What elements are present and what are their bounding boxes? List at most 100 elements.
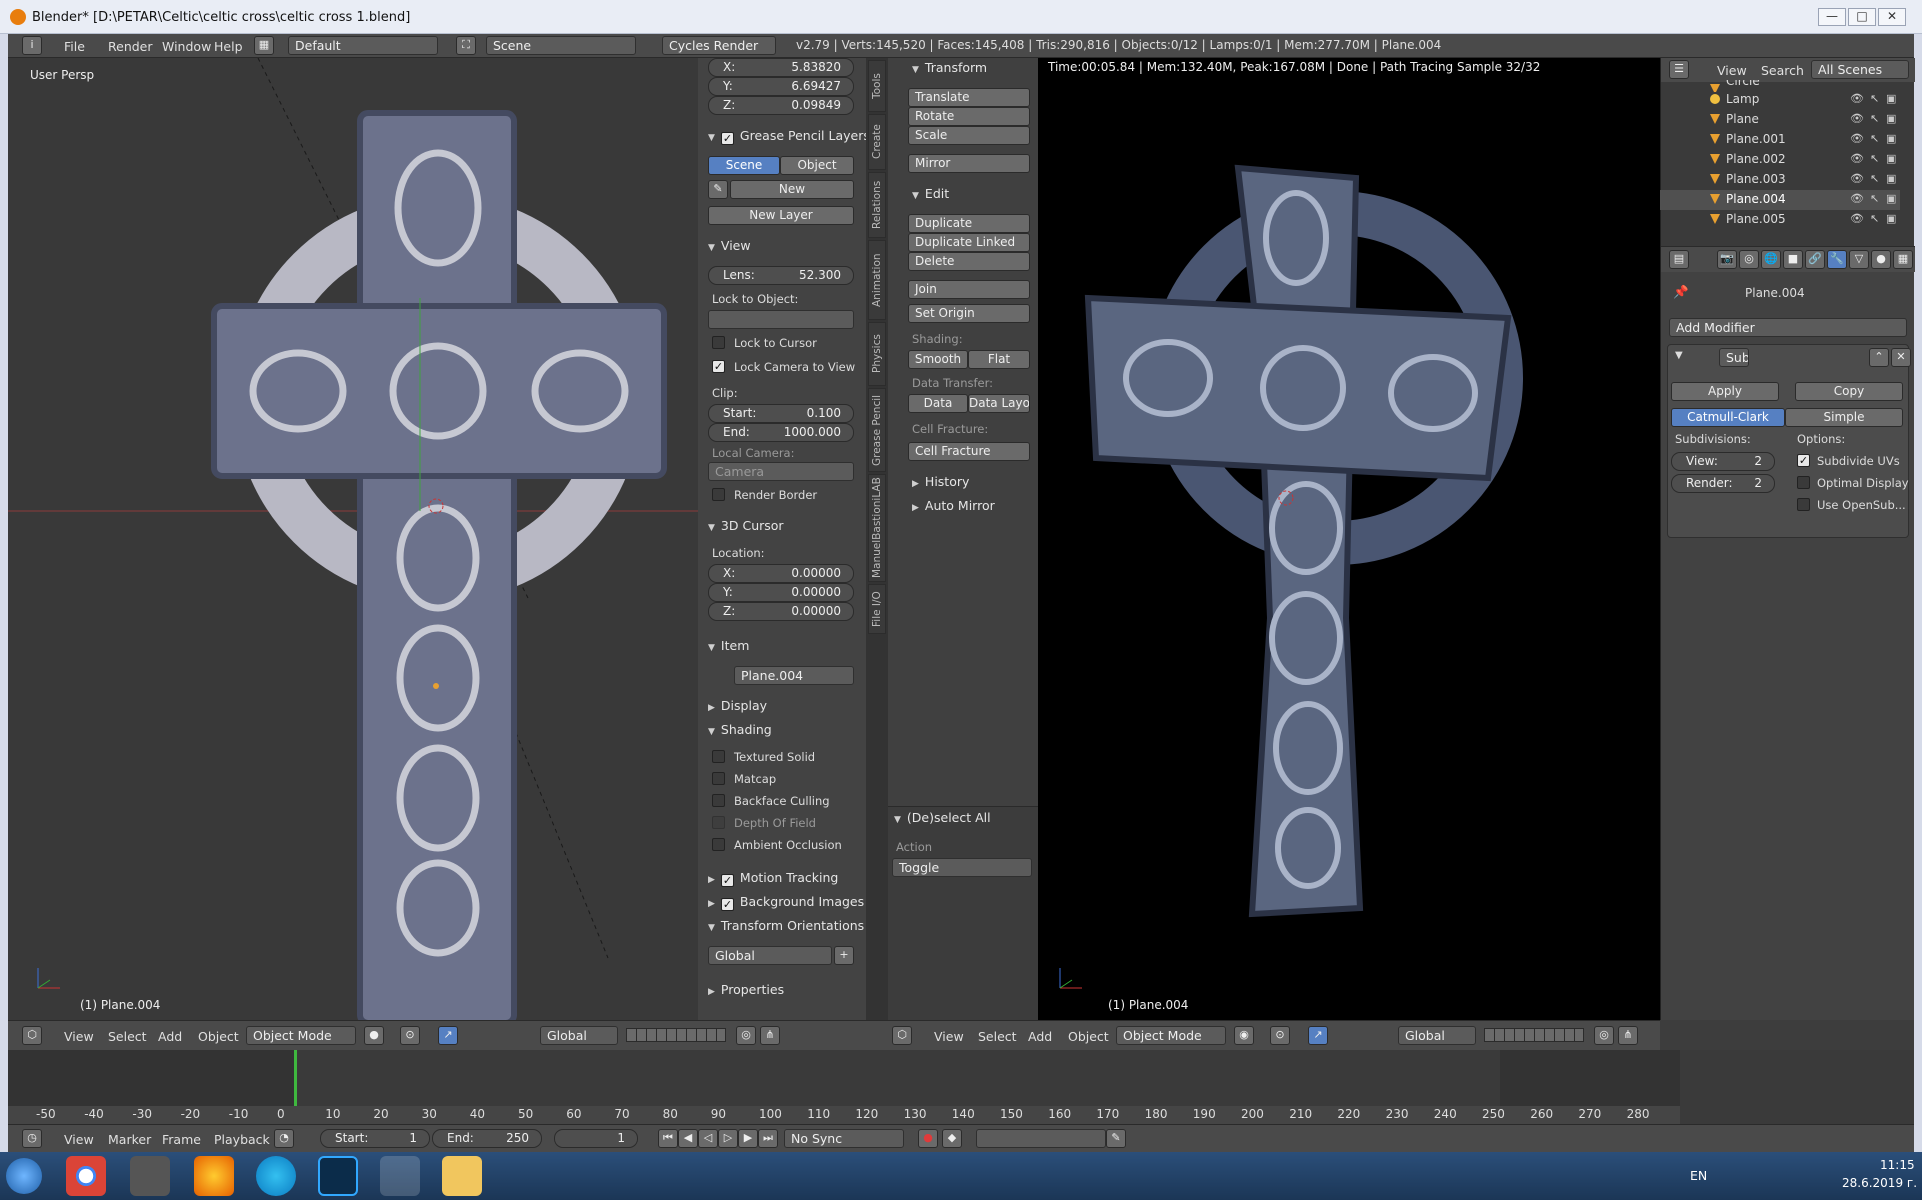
outliner-row-plane002[interactable]: Plane.002 👁 ↖ ▣ (1660, 150, 1900, 170)
duplicate-linked-button[interactable]: Duplicate Linked (908, 233, 1030, 252)
left-layers-grid[interactable] (626, 1028, 726, 1042)
info-editor-type-icon[interactable]: i (22, 36, 42, 55)
jump-end-icon[interactable]: ⏭ (758, 1129, 778, 1148)
chrome-icon[interactable] (66, 1156, 106, 1196)
left-proportional-icon[interactable]: ◎ (736, 1026, 756, 1045)
right-editor-type-icon[interactable]: ⬡ (892, 1026, 912, 1045)
outliner-row-plane003[interactable]: Plane.003 👁 ↖ ▣ (1660, 170, 1900, 190)
scene-type-icon[interactable]: ⛶ (456, 36, 476, 55)
cursor-top-z[interactable]: Z: 0.09849 (708, 96, 854, 115)
outliner-search-menu[interactable]: Search (1761, 63, 1804, 78)
outliner-row-plane[interactable]: Plane 👁 ↖ ▣ (1660, 110, 1900, 130)
outliner-row-lamp[interactable]: Lamp 👁 ↖ ▣ (1660, 90, 1900, 110)
tab-create[interactable]: Create (868, 114, 886, 170)
copy-button[interactable]: Copy (1795, 382, 1903, 401)
edit-header[interactable]: ▼ Edit (912, 186, 949, 201)
modifier-name-field[interactable]: Sub (1719, 348, 1749, 367)
left-view-menu[interactable]: View (64, 1029, 94, 1044)
timeline-playhead[interactable] (294, 1050, 297, 1108)
cell-fracture-button[interactable]: Cell Fracture (908, 442, 1030, 461)
flat-button[interactable]: Flat (968, 350, 1030, 369)
right-orientation-select[interactable]: Global (1398, 1026, 1476, 1045)
set-origin-select[interactable]: Set Origin (908, 304, 1030, 323)
cursor-top-x[interactable]: X: 5.83820 (708, 58, 854, 77)
modifiers-tab-icon[interactable]: 🔧 (1827, 250, 1847, 269)
left-select-menu[interactable]: Select (108, 1029, 147, 1044)
right-mode-select[interactable]: Object Mode (1116, 1026, 1226, 1045)
tab-relations[interactable]: Relations (868, 172, 886, 238)
explorer-icon[interactable] (442, 1156, 482, 1196)
item-name-field[interactable]: Plane.004 (734, 666, 854, 685)
cursor-y-field[interactable]: Y: 0.00000 (708, 583, 854, 602)
properties-header[interactable]: ▶ Properties (708, 982, 784, 997)
start-button-icon[interactable] (6, 1158, 42, 1194)
outliner-editor-icon[interactable]: ☰ (1669, 60, 1689, 79)
lens-field[interactable]: Lens: 52.300 (708, 266, 854, 285)
right-manipulator-icon[interactable]: ↗ (1308, 1026, 1328, 1045)
timeline-range-icon[interactable]: ◔ (274, 1129, 294, 1148)
language-indicator[interactable]: EN (1690, 1168, 1707, 1183)
jump-start-icon[interactable]: ⏮ (658, 1129, 678, 1148)
left-pivot-icon[interactable]: ⊙ (400, 1026, 420, 1045)
delete-button[interactable]: Delete (908, 252, 1030, 271)
data-button[interactable]: Data (908, 394, 968, 413)
right-object-menu[interactable]: Object (1068, 1029, 1109, 1044)
right-add-menu[interactable]: Add (1028, 1029, 1052, 1044)
timeline-editor-icon[interactable]: ◷ (22, 1129, 42, 1148)
outliner-scenes-select[interactable]: All Scenes (1811, 60, 1909, 79)
right-shading-icon[interactable]: ◉ (1234, 1026, 1254, 1045)
outliner-row-plane004[interactable]: Plane.004 👁 ↖ ▣ (1660, 190, 1900, 210)
mirror-button[interactable]: Mirror (908, 154, 1030, 173)
play-icon[interactable]: ▷ (718, 1129, 738, 1148)
timeline-start-field[interactable]: Start: 1 (320, 1129, 430, 1148)
cursor-x-field[interactable]: X: 0.00000 (708, 564, 854, 583)
right-proportional-icon[interactable]: ◎ (1594, 1026, 1614, 1045)
timeline-playback-menu[interactable]: Playback (214, 1132, 270, 1147)
display-header[interactable]: ▶ Display (708, 698, 767, 713)
material-tab-icon[interactable]: ● (1871, 250, 1891, 269)
timeline-view-menu[interactable]: View (64, 1132, 94, 1147)
background-images-header[interactable]: ▶ ✓ Background Images (708, 894, 864, 911)
properties-editor-icon[interactable]: ▤ (1669, 250, 1689, 269)
scene-selector[interactable]: Scene (486, 36, 636, 55)
menu-window[interactable]: Window (162, 39, 211, 54)
object-tab-icon[interactable]: ■ (1783, 250, 1803, 269)
remove-modifier-icon[interactable]: ✕ (1891, 348, 1911, 367)
left-add-menu[interactable]: Add (158, 1029, 182, 1044)
viewport-right[interactable]: Time:00:05.84 | Mem:132.40M, Peak:167.08… (1038, 58, 1660, 1020)
menu-file[interactable]: File (64, 39, 85, 54)
lock-camera-checkbox[interactable]: ✓ (712, 360, 725, 373)
optimal-display-checkbox[interactable] (1797, 476, 1810, 489)
texture-tab-icon[interactable]: ▦ (1893, 250, 1913, 269)
right-pivot-icon[interactable]: ⊙ (1270, 1026, 1290, 1045)
dof-checkbox[interactable] (712, 816, 725, 829)
duplicate-button[interactable]: Duplicate (908, 214, 1030, 233)
layout-selector[interactable]: Default (288, 36, 438, 55)
tab-tools[interactable]: Tools (868, 60, 886, 112)
ao-checkbox[interactable] (712, 838, 725, 851)
render-engine-select[interactable]: Cycles Render (662, 36, 776, 55)
render-tab-icon[interactable]: 📷 (1717, 250, 1737, 269)
transform-orient-header[interactable]: ▼ Transform Orientations (708, 918, 864, 933)
keying-set-icon[interactable]: ◆ (942, 1129, 962, 1148)
gp-scene-button[interactable]: Scene (708, 156, 780, 175)
rotate-button[interactable]: Rotate (908, 107, 1030, 126)
action-select[interactable]: Toggle (892, 858, 1032, 877)
tab-physics[interactable]: Physics (868, 322, 886, 386)
outliner-row-plane005[interactable]: Plane.005 👁 ↖ ▣ (1660, 210, 1900, 230)
prev-key-icon[interactable]: ◀ (678, 1129, 698, 1148)
tab-file-io[interactable]: File I/O (868, 584, 886, 634)
textured-solid-checkbox[interactable] (712, 750, 725, 763)
gp-new-layer-button[interactable]: New Layer (708, 206, 854, 225)
keying-set-field[interactable] (976, 1129, 1106, 1148)
insert-key-icon[interactable]: ✎ (1106, 1129, 1126, 1148)
left-orientation-select[interactable]: Global (540, 1026, 618, 1045)
menu-help[interactable]: Help (214, 39, 243, 54)
next-key-icon[interactable]: ▶ (738, 1129, 758, 1148)
orientation-select[interactable]: Global (708, 946, 832, 965)
firefox-icon[interactable] (194, 1156, 234, 1196)
app-icon[interactable] (130, 1156, 170, 1196)
viewport-left[interactable]: User Persp (1) Plane.004 (8, 58, 698, 1020)
move-up-icon[interactable]: ⌃ (1869, 348, 1889, 367)
maximize-button[interactable]: □ (1848, 8, 1876, 26)
